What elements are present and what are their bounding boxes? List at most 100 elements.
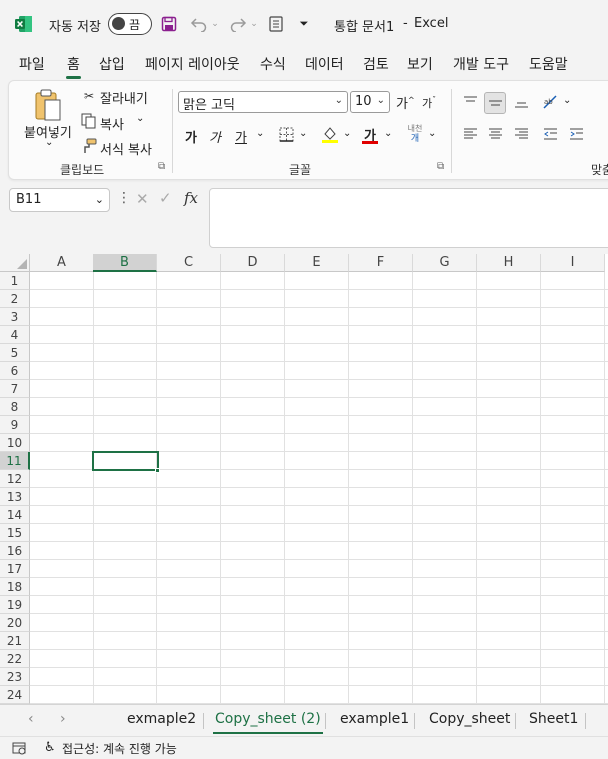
customize-toolbar-icon[interactable]: ⏷ xyxy=(296,13,312,35)
row-header-10[interactable]: 10 xyxy=(0,434,30,452)
tab-page-layout[interactable]: 페이지 레이아웃 xyxy=(145,54,240,74)
undo-dropdown-icon[interactable]: ⌄ xyxy=(210,13,220,35)
cancel-icon[interactable]: ✕ xyxy=(136,190,149,208)
font-name-combo[interactable]: 맑은 고딕 ⌄ xyxy=(178,91,348,113)
name-box[interactable]: B11 ⌄ xyxy=(9,188,110,212)
tab-review[interactable]: 검토 xyxy=(363,54,389,74)
row-header-3[interactable]: 3 xyxy=(0,308,30,326)
sheet-tab-sheet1[interactable]: Sheet1 xyxy=(529,711,578,727)
select-all-button[interactable] xyxy=(0,254,30,272)
italic-button[interactable]: 가 xyxy=(209,127,221,146)
row-header-22[interactable]: 22 xyxy=(0,650,30,668)
row-header-24[interactable]: 24 xyxy=(0,686,30,704)
font-color-dropdown-icon[interactable]: ⌄ xyxy=(384,128,392,139)
underline-dropdown-icon[interactable]: ⌄ xyxy=(256,128,264,139)
increase-indent-icon[interactable] xyxy=(567,125,585,143)
copy-icon[interactable] xyxy=(80,112,98,130)
active-cell[interactable] xyxy=(92,451,159,471)
phonetic-guide-button[interactable]: 내천 개 xyxy=(404,124,426,146)
align-left-icon[interactable] xyxy=(461,125,479,143)
autosave-toggle[interactable]: 끔 xyxy=(108,13,152,35)
row-header-5[interactable]: 5 xyxy=(0,344,30,362)
column-header-h[interactable]: H xyxy=(477,254,541,272)
form-icon[interactable] xyxy=(266,13,286,35)
tab-developer[interactable]: 개발 도구 xyxy=(453,54,509,74)
undo-icon[interactable] xyxy=(188,13,210,35)
row-header-17[interactable]: 17 xyxy=(0,560,30,578)
more-options-icon[interactable]: ⋮ xyxy=(117,190,131,206)
column-header-e[interactable]: E xyxy=(285,254,349,272)
sheet-tab-copy-sheet[interactable]: Copy_sheet xyxy=(429,711,510,727)
border-dropdown-icon[interactable]: ⌄ xyxy=(299,128,307,139)
phonetic-dropdown-icon[interactable]: ⌄ xyxy=(428,128,436,139)
row-header-2[interactable]: 2 xyxy=(0,290,30,308)
font-launcher-icon[interactable]: ⧉ xyxy=(437,161,444,172)
sheet-tab-copy-sheet-2[interactable]: Copy_sheet (2) xyxy=(213,711,323,734)
row-header-14[interactable]: 14 xyxy=(0,506,30,524)
increase-font-size-button[interactable]: 가^ xyxy=(396,93,415,112)
column-header-f[interactable]: F xyxy=(349,254,413,272)
tab-insert[interactable]: 삽입 xyxy=(99,54,125,74)
fill-color-icon[interactable] xyxy=(320,124,340,144)
row-header-4[interactable]: 4 xyxy=(0,326,30,344)
copy-button[interactable]: 복사 xyxy=(100,114,124,133)
row-header-15[interactable]: 15 xyxy=(0,524,30,542)
enter-icon[interactable]: ✓ xyxy=(159,189,172,207)
prev-sheet-icon[interactable]: ‹ xyxy=(28,711,34,727)
scissors-icon[interactable]: ✂ xyxy=(81,87,97,105)
font-size-combo[interactable]: 10 ⌄ xyxy=(350,91,390,113)
column-header-b[interactable]: B xyxy=(93,254,157,272)
fill-handle[interactable] xyxy=(155,468,160,473)
align-bottom-icon[interactable] xyxy=(512,93,530,111)
border-icon[interactable] xyxy=(277,125,295,143)
underline-button[interactable]: 가 xyxy=(235,127,247,146)
redo-icon[interactable] xyxy=(227,13,249,35)
align-right-icon[interactable] xyxy=(512,125,530,143)
fill-color-dropdown-icon[interactable]: ⌄ xyxy=(343,128,351,139)
row-header-16[interactable]: 16 xyxy=(0,542,30,560)
tab-formulas[interactable]: 수식 xyxy=(260,54,286,74)
align-center-icon[interactable] xyxy=(486,125,504,143)
align-top-icon[interactable] xyxy=(461,93,479,111)
row-header-1[interactable]: 1 xyxy=(0,272,30,290)
column-header-g[interactable]: G xyxy=(413,254,477,272)
row-header-7[interactable]: 7 xyxy=(0,380,30,398)
column-header-d[interactable]: D xyxy=(221,254,285,272)
redo-dropdown-icon[interactable]: ⌄ xyxy=(249,13,259,35)
align-middle-icon[interactable] xyxy=(484,92,506,114)
next-sheet-icon[interactable]: › xyxy=(60,711,66,727)
insert-function-button[interactable]: fx xyxy=(184,189,198,207)
format-painter-button[interactable]: 서식 복사 xyxy=(100,139,152,158)
row-header-6[interactable]: 6 xyxy=(0,362,30,380)
sheet-tab-exmaple2[interactable]: exmaple2 xyxy=(127,711,196,727)
row-header-12[interactable]: 12 xyxy=(0,470,30,488)
bold-button[interactable]: 가 xyxy=(185,127,197,146)
accessibility-status[interactable]: 접근성: 계속 진행 가능 xyxy=(62,740,177,757)
decrease-font-size-button[interactable]: 가ˇ xyxy=(422,95,436,111)
accessibility-icon[interactable]: ♿︎ xyxy=(44,740,56,755)
copy-dropdown-icon[interactable]: ⌄ xyxy=(136,113,144,124)
row-header-13[interactable]: 13 xyxy=(0,488,30,506)
decrease-indent-icon[interactable] xyxy=(541,125,559,143)
column-header-a[interactable]: A xyxy=(30,254,94,272)
column-header-c[interactable]: C xyxy=(157,254,221,272)
row-header-20[interactable]: 20 xyxy=(0,614,30,632)
orientation-dropdown-icon[interactable]: ⌄ xyxy=(563,95,571,106)
row-header-19[interactable]: 19 xyxy=(0,596,30,614)
text-orientation-icon[interactable]: ab xyxy=(541,93,561,111)
macro-record-icon[interactable] xyxy=(12,741,26,759)
cut-button[interactable]: 잘라내기 xyxy=(100,88,148,107)
save-icon[interactable] xyxy=(160,13,178,35)
worksheet-grid[interactable]: ABCDEFGHI 1 2 3 4 5 6 7 8 9 10 11 12 13 14 15 16 17 18 19 2… xyxy=(0,254,608,704)
formula-input[interactable] xyxy=(209,188,608,248)
row-header-11[interactable]: 11 xyxy=(0,452,30,470)
tab-data[interactable]: 데이터 xyxy=(305,54,344,74)
clipboard-launcher-icon[interactable]: ⧉ xyxy=(158,161,165,172)
column-header-i[interactable]: I xyxy=(541,254,605,272)
paste-dropdown-icon[interactable]: ⌄ xyxy=(45,137,53,148)
row-header-8[interactable]: 8 xyxy=(0,398,30,416)
format-painter-icon[interactable] xyxy=(80,137,98,155)
tab-view[interactable]: 보기 xyxy=(407,54,433,74)
tab-home[interactable]: 홈 xyxy=(66,54,81,79)
row-header-9[interactable]: 9 xyxy=(0,416,30,434)
